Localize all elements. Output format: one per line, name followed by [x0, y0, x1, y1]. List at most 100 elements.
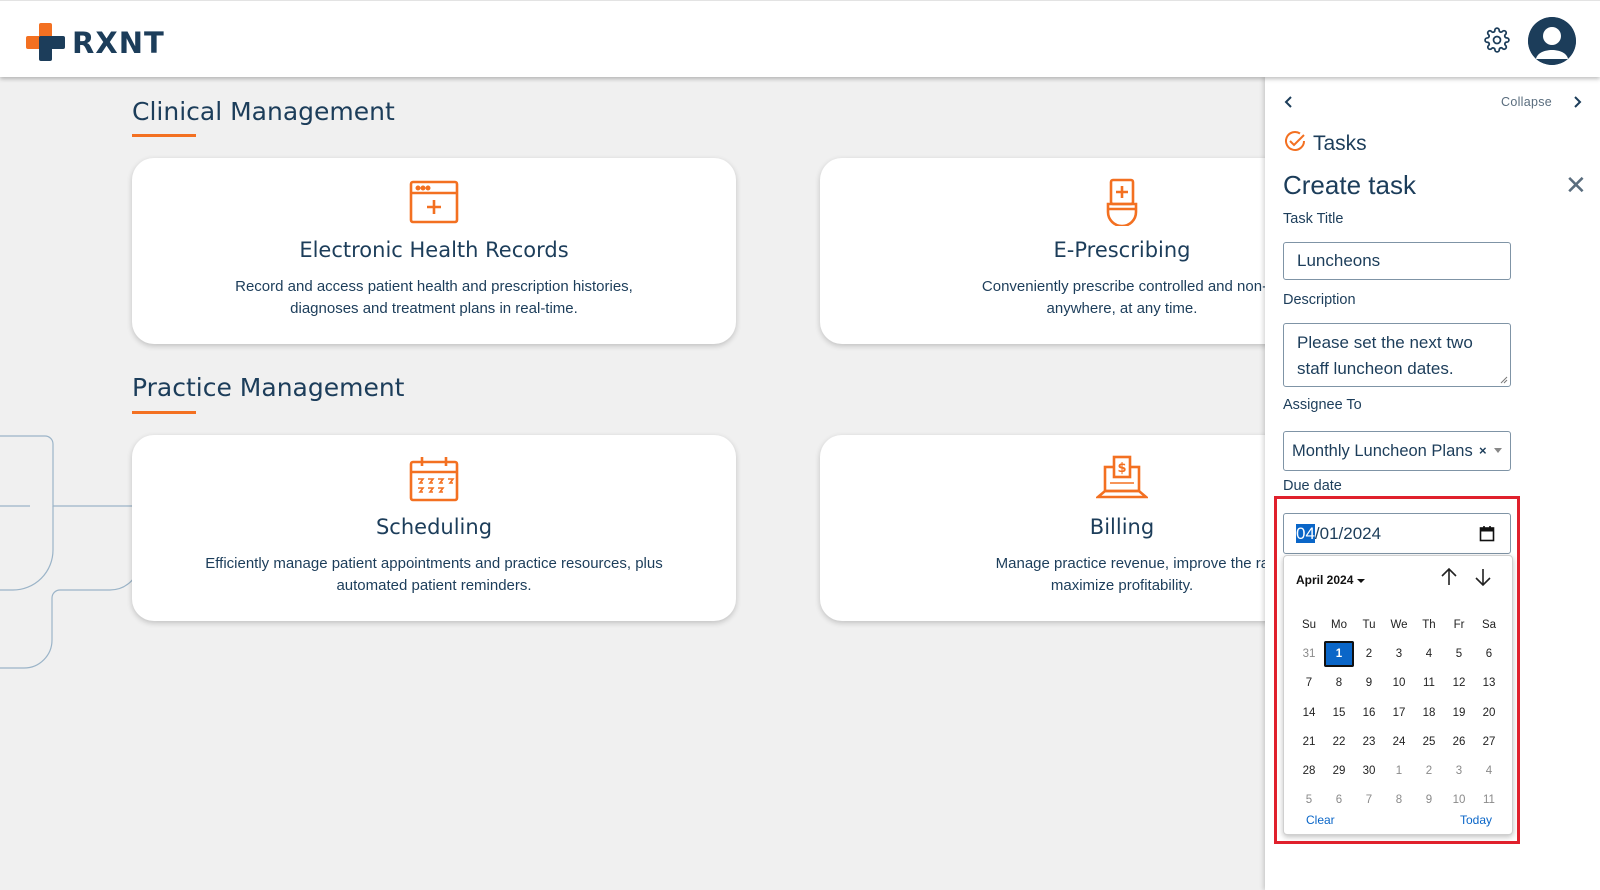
calendar-week-row: 7 8 9 10 11 12 13	[1294, 669, 1504, 698]
chevron-left-icon[interactable]	[1283, 93, 1295, 114]
rxnt-logo[interactable]: RXNT	[26, 23, 165, 63]
calendar-day[interactable]: 27	[1474, 729, 1504, 755]
check-circle-icon	[1283, 129, 1307, 158]
assignee-label: Assignee To	[1283, 397, 1362, 413]
chevron-down-icon[interactable]	[1494, 448, 1502, 453]
date-picker-popup: April 2024 Su Mo Tu We Th Fr Sa 31 1 2 3 4 5 6 7 8 9 10 1…	[1283, 555, 1513, 835]
collapse-link[interactable]: Collapse	[1501, 95, 1552, 109]
tasks-label: Tasks	[1313, 131, 1367, 155]
calendar-day[interactable]: 21	[1294, 729, 1324, 755]
today-button[interactable]: Today	[1460, 813, 1492, 827]
calendar-day[interactable]: 30	[1354, 758, 1384, 784]
calendar-day[interactable]: 7	[1294, 670, 1324, 696]
calendar-day[interactable]: 4	[1474, 758, 1504, 784]
card-title: Scheduling	[375, 515, 493, 539]
svg-text:$: $	[1117, 461, 1126, 476]
due-date-month-segment[interactable]: 04	[1296, 524, 1315, 543]
calendar-day[interactable]: 16	[1354, 700, 1384, 726]
calendar-day[interactable]: 6	[1324, 787, 1354, 813]
weekday-label: Mo	[1331, 618, 1347, 631]
calendar-day[interactable]: 10	[1384, 670, 1414, 696]
calendar-week-row: 5 6 7 8 9 10 11	[1294, 786, 1504, 815]
month-year-dropdown[interactable]: April 2024	[1296, 573, 1366, 587]
chevron-right-icon[interactable]	[1571, 93, 1583, 114]
calendar-day[interactable]: 9	[1354, 670, 1384, 696]
user-avatar-icon[interactable]	[1528, 17, 1576, 65]
calendar-day[interactable]: 9	[1414, 787, 1444, 813]
calendar-day[interactable]: 5	[1444, 641, 1474, 667]
calendar-week-row: 28 29 30 1 2 3 4	[1294, 756, 1504, 785]
calendar-day[interactable]: 24	[1384, 729, 1414, 755]
calendar-day[interactable]: 7	[1354, 787, 1384, 813]
create-task-title: Create task	[1283, 170, 1416, 200]
clear-button[interactable]: Clear	[1306, 813, 1335, 827]
calendar-day[interactable]: 6	[1474, 641, 1504, 667]
calendar-day[interactable]: 26	[1444, 729, 1474, 755]
clear-selection-icon[interactable]: ×	[1479, 432, 1487, 470]
calendar-day[interactable]: 10	[1444, 787, 1474, 813]
caret-down-icon	[1357, 578, 1366, 583]
calendar-day[interactable]: 17	[1384, 700, 1414, 726]
calendar-week-row: 21 22 23 24 25 26 27	[1294, 727, 1504, 756]
calendar-day[interactable]: 28	[1294, 758, 1324, 784]
calendar-day[interactable]: 25	[1414, 729, 1444, 755]
calendar-icon	[408, 455, 460, 503]
billing-laptop-icon: $	[1094, 455, 1150, 503]
ehr-calendar-plus-icon	[408, 178, 460, 226]
arrow-up-icon[interactable]	[1438, 566, 1460, 588]
weekday-header-row: Su Mo Tu We Th Fr Sa	[1294, 610, 1504, 639]
calendar-day[interactable]: 5	[1294, 787, 1324, 813]
description-label: Description	[1283, 292, 1356, 308]
calendar-day[interactable]: 1	[1384, 758, 1414, 784]
calendar-day[interactable]: 3	[1444, 758, 1474, 784]
scheduling-card[interactable]: Scheduling Efficiently manage patient ap…	[132, 435, 736, 621]
calendar-day[interactable]: 4	[1414, 641, 1444, 667]
top-navigation-bar: RXNT	[0, 0, 1600, 77]
weekday-label: We	[1390, 618, 1408, 631]
calendar-day[interactable]: 8	[1384, 787, 1414, 813]
card-description: Efficiently manage patient appointments …	[205, 555, 663, 594]
due-date-rest[interactable]: /01/2024	[1315, 524, 1381, 543]
calendar-day[interactable]: 12	[1444, 670, 1474, 696]
calendar-day[interactable]: 19	[1444, 700, 1474, 726]
due-date-input[interactable]: 04/01/2024	[1283, 513, 1511, 554]
weekday-label: Fr	[1453, 618, 1465, 631]
assignee-select[interactable]: Monthly Luncheon Plans ×	[1283, 431, 1511, 471]
weekday-label: Th	[1422, 618, 1436, 631]
calendar-day[interactable]: 13	[1474, 670, 1504, 696]
section-underline	[132, 411, 196, 414]
calendar-day[interactable]: 11	[1414, 670, 1444, 696]
arrow-down-icon[interactable]	[1472, 566, 1494, 588]
calendar-day[interactable]: 2	[1414, 758, 1444, 784]
close-icon[interactable]: ✕	[1565, 172, 1587, 198]
ehr-card[interactable]: Electronic Health Records Record and acc…	[132, 158, 736, 344]
calendar-day[interactable]: 3	[1384, 641, 1414, 667]
task-title-input[interactable]: Luncheons	[1283, 242, 1511, 280]
calendar-day[interactable]: 18	[1414, 700, 1444, 726]
calendar-day[interactable]: 14	[1294, 700, 1324, 726]
weekday-label: Sa	[1481, 618, 1497, 631]
calendar-day[interactable]: 15	[1324, 700, 1354, 726]
calendar-day[interactable]: 29	[1324, 758, 1354, 784]
calendar-day[interactable]: 2	[1354, 641, 1384, 667]
card-title: Electronic Health Records	[299, 238, 569, 262]
calendar-day-selected[interactable]: 1	[1324, 640, 1354, 667]
prescription-bottle-icon	[1096, 178, 1148, 228]
calendar-day[interactable]: 8	[1324, 670, 1354, 696]
section-underline	[132, 134, 196, 137]
assignee-selected-value: Monthly Luncheon Plans	[1292, 442, 1473, 460]
practice-management-title: Practice Management	[132, 373, 405, 402]
calendar-day[interactable]: 11	[1474, 787, 1504, 813]
logo-text: RXNT	[72, 26, 165, 60]
calendar-day[interactable]: 31	[1294, 641, 1324, 667]
calendar-day[interactable]: 20	[1474, 700, 1504, 726]
resize-handle-icon[interactable]	[1500, 376, 1508, 384]
calendar-icon[interactable]	[1479, 525, 1495, 542]
calendar-day[interactable]: 23	[1354, 729, 1384, 755]
calendar-day[interactable]: 22	[1324, 729, 1354, 755]
task-title-label: Task Title	[1283, 211, 1344, 227]
calendar-week-row: 14 15 16 17 18 19 20	[1294, 698, 1504, 727]
description-textarea[interactable]: Please set the next two staff luncheon d…	[1283, 323, 1511, 387]
gear-icon[interactable]	[1484, 27, 1510, 53]
tasks-side-panel: Collapse Tasks Create task ✕ Task Title …	[1265, 77, 1600, 890]
